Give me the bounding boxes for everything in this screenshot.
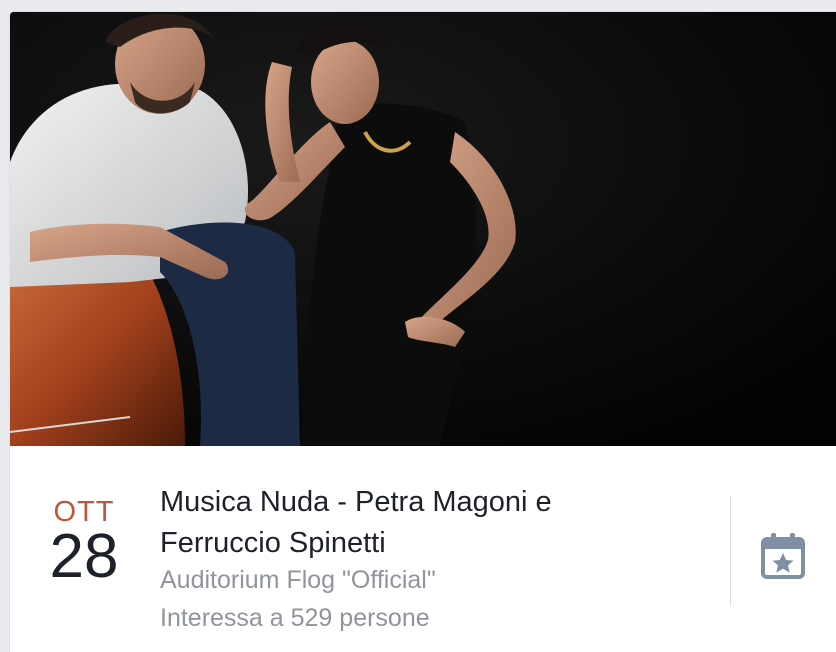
- event-info-bar[interactable]: OTT 28 Musica Nuda - Petra Magoni e Ferr…: [10, 446, 836, 652]
- event-title[interactable]: Musica Nuda - Petra Magoni e Ferruccio S…: [160, 482, 680, 564]
- event-venue[interactable]: Auditorium Flog "Official": [160, 566, 436, 595]
- calendar-star-icon: [761, 533, 805, 579]
- event-card[interactable]: OTT 28 Musica Nuda - Petra Magoni e Ferr…: [10, 12, 836, 652]
- cover-photo-image: [10, 12, 836, 446]
- event-date-day: 28: [49, 522, 119, 591]
- event-interest-count: Interessa a 529 persone: [160, 604, 430, 632]
- add-to-calendar-button[interactable]: [755, 528, 811, 584]
- event-cover-photo[interactable]: [10, 12, 836, 446]
- divider: [730, 496, 731, 606]
